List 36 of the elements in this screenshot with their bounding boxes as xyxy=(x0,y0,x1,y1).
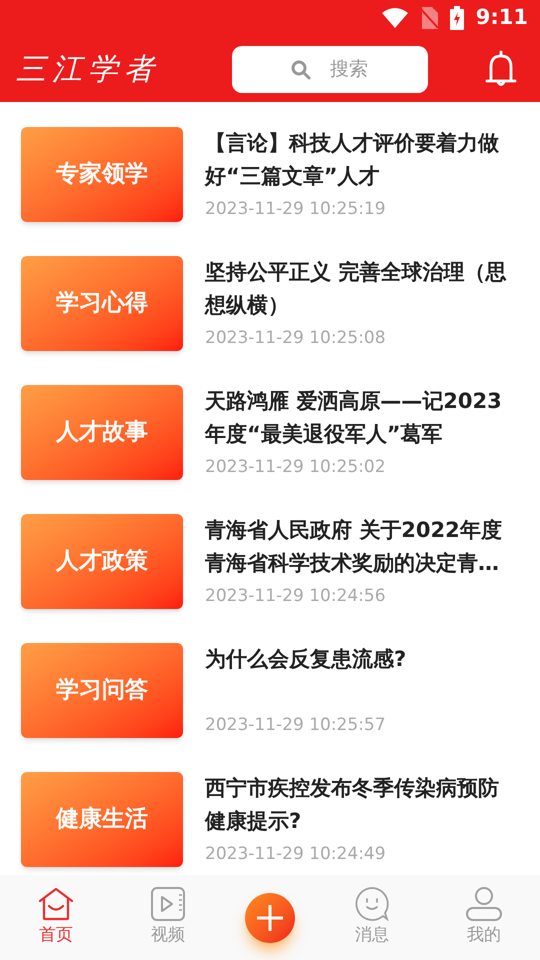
category-badge[interactable]: 人才故事 xyxy=(21,385,183,480)
nav-tab[interactable]: 消息 xyxy=(355,922,389,948)
article-title[interactable]: 天路鸿雁 爱洒高原——记2023年度“最美退役军人”葛军 xyxy=(205,385,519,451)
article-time: 2023-11-29 10:25:19 xyxy=(205,198,387,221)
article-title[interactable]: 青海省人民政府 关于2022年度青海省科学技术奖励的决定青… xyxy=(205,514,519,580)
article-time: 2023-11-29 10:25:08 xyxy=(205,327,387,350)
nav-tab[interactable]: 首页 xyxy=(39,922,73,948)
category-badge[interactable]: 专家领学 xyxy=(21,127,183,222)
search-field[interactable]: 搜索 xyxy=(232,46,428,92)
no-sim-icon xyxy=(420,7,438,29)
category-badge[interactable]: 学习心得 xyxy=(21,256,183,351)
category-badge[interactable]: 健康生活 xyxy=(21,772,183,867)
app-logo: 三江学者 xyxy=(16,50,161,88)
play-icon xyxy=(151,886,185,921)
nav-tab[interactable]: 视频 xyxy=(151,922,185,948)
status-time: 9:11 xyxy=(476,4,528,32)
category-badge[interactable]: 人才政策 xyxy=(21,514,183,609)
home-icon xyxy=(38,886,74,921)
add-button[interactable] xyxy=(245,892,295,942)
bell-icon[interactable] xyxy=(485,50,517,88)
article-title[interactable]: 西宁市疾控发布冬季传染病预防健康提示? xyxy=(205,772,519,838)
chat-smile-icon xyxy=(355,886,389,921)
article-title[interactable]: 【言论】科技人才评价要着力做好“三篇文章”人才 xyxy=(205,127,519,193)
search-icon xyxy=(291,60,311,80)
article-time: 2023-11-29 10:24:56 xyxy=(205,585,387,608)
article-title[interactable]: 为什么会反复患流感? xyxy=(205,643,519,709)
article-time: 2023-11-29 10:24:49 xyxy=(205,843,387,866)
user-icon xyxy=(465,886,503,921)
plus-icon xyxy=(257,904,283,930)
article-title[interactable]: 坚持公平正义 完善全球治理（思想纵横） xyxy=(205,256,519,322)
category-badge[interactable]: 学习问答 xyxy=(21,643,183,738)
article-time: 2023-11-29 10:25:57 xyxy=(205,714,387,737)
article-time: 2023-11-29 10:25:02 xyxy=(205,456,387,479)
nav-tab[interactable]: 我的 xyxy=(467,922,501,948)
battery-icon xyxy=(450,6,464,30)
wifi-icon xyxy=(382,8,408,28)
